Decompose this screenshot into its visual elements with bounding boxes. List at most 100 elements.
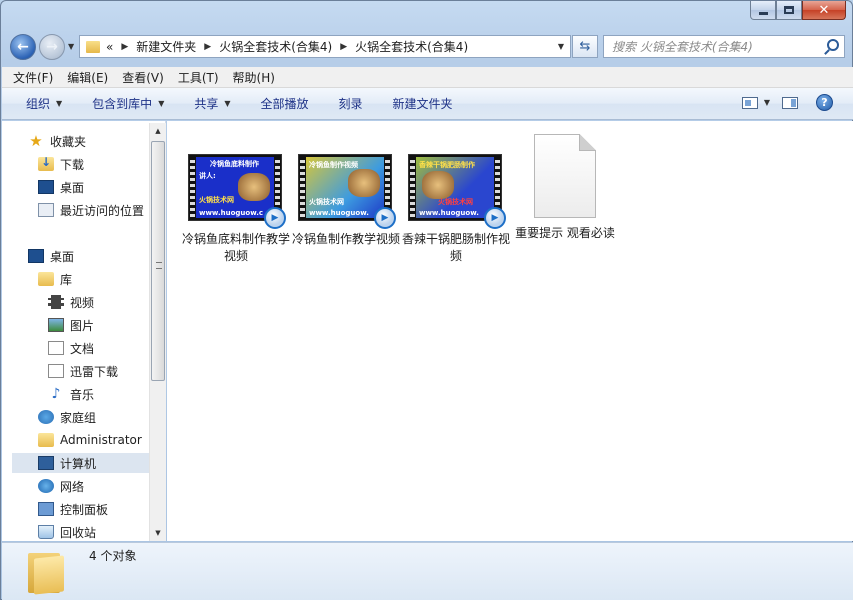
folder-icon [86,40,100,53]
chevron-down-icon: ▼ [158,99,165,108]
nav-administrator[interactable]: Administrator [38,430,142,450]
menu-edit[interactable]: 编辑(E) [67,69,108,86]
computer-icon [38,456,54,470]
nav-downloads[interactable]: 下载 [38,154,84,174]
view-controls: ▼ ? [730,94,833,111]
nav-thunder-downloads[interactable]: 迅雷下载 [48,361,118,381]
nav-computer[interactable]: 计算机 [12,453,150,473]
nav-label: 网络 [60,479,85,494]
breadcrumb-overflow[interactable]: « [106,40,113,54]
downloads-folder-icon [38,155,54,171]
nav-pictures[interactable]: 图片 [48,315,94,335]
file-item-video[interactable]: 冷锅鱼制作视频 火锅技术网 www.huoguow. ▶ 冷锅鱼制作教学视频 [292,154,400,248]
search-input[interactable]: 搜索 火锅全套技术(合集4) [603,35,845,58]
nav-label: Administrator [60,433,142,447]
nav-favorites[interactable]: ★ 收藏夹 [28,131,86,151]
thumbnail-text: 冷锅鱼底料制作 [210,160,259,168]
close-button[interactable]: ✕ [802,1,846,20]
explorer-window: ✕ ← → ▼ « ▶ 新建文件夹 ▶ 火锅全套技术(合集4) ▶ 火锅全套技术… [0,0,853,600]
food-image [238,173,270,201]
nav-desktop-favorite[interactable]: 桌面 [38,177,84,197]
video-thumbnail: 冷锅鱼底料制作 讲人: 火锅技术网 www.huoguow.c ▶ [188,154,286,229]
nav-videos[interactable]: 视频 [48,292,94,312]
organize-button[interactable]: 组织 ▼ [26,95,62,112]
item-count: 4 个对象 [89,549,137,563]
nav-recent-places[interactable]: 最近访问的位置 [38,200,144,220]
forward-button[interactable]: → [39,34,65,60]
refresh-icon: ⇆ [579,39,591,54]
nav-label: 回收站 [60,525,97,540]
nav-control-panel[interactable]: 控制面板 [38,499,108,519]
menu-tools[interactable]: 工具(T) [178,69,219,86]
back-button[interactable]: ← [10,34,36,60]
menu-file[interactable]: 文件(F) [13,69,53,86]
thumbnail-image: 冷锅鱼底料制作 讲人: 火锅技术网 www.huoguow.c [196,157,274,218]
maximize-button[interactable] [776,1,802,20]
new-folder-button[interactable]: 新建文件夹 [393,95,453,112]
command-bar: 组织 ▼ 包含到库中 ▼ 共享 ▼ 全部播放 刻录 新建文件夹 ▼ ? [2,88,853,120]
nav-label: 家庭组 [60,410,97,425]
thumbnail-text: 冷锅鱼制作视频 [309,161,358,169]
preview-pane-icon[interactable] [782,96,798,109]
nav-label: 下载 [60,157,85,172]
play-all-button[interactable]: 全部播放 [261,95,309,112]
search-icon[interactable] [827,39,839,51]
share-button[interactable]: 共享 ▼ [194,95,230,112]
nav-scrollbar[interactable]: ▲ ▼ [149,123,166,541]
minimize-icon [758,11,768,15]
nav-label: 图片 [70,318,95,333]
recent-places-icon [38,203,54,217]
grip-icon [156,262,162,269]
nav-music[interactable]: ♪ 音乐 [48,384,94,404]
scroll-down-icon[interactable]: ▼ [150,525,166,541]
media-player-icon: ▶ [264,207,286,229]
homegroup-icon [38,410,54,424]
desktop-icon [28,249,44,263]
chevron-down-icon: ▼ [224,99,231,108]
file-item-video[interactable]: 冷锅鱼底料制作 讲人: 火锅技术网 www.huoguow.c ▶ 冷锅鱼底料制… [182,154,290,265]
scroll-up-icon[interactable]: ▲ [150,123,166,139]
file-name: 冷锅鱼底料制作教学视频 [182,232,291,263]
minimize-button[interactable] [750,1,776,20]
user-folder-icon [38,433,54,447]
organize-label: 组织 [26,97,51,111]
nav-label: 最近访问的位置 [60,203,145,218]
address-bar[interactable]: « ▶ 新建文件夹 ▶ 火锅全套技术(合集4) ▶ 火锅全套技术(合集4) ▼ [79,35,571,58]
nav-label: 桌面 [50,249,75,264]
nav-desktop[interactable]: 桌面 [28,246,74,266]
menu-view[interactable]: 查看(V) [122,69,164,86]
nav-label: 计算机 [60,456,97,471]
nav-homegroup[interactable]: 家庭组 [38,407,96,427]
chevron-right-icon[interactable]: ▶ [340,42,347,52]
nav-label: 库 [60,272,73,287]
chevron-right-icon[interactable]: ▶ [121,42,128,52]
breadcrumb-item[interactable]: 新建文件夹 [136,38,196,55]
folder-icon [28,549,66,595]
help-icon[interactable]: ? [816,94,833,111]
share-label: 共享 [194,97,219,111]
nav-libraries[interactable]: 库 [38,269,72,289]
breadcrumb-item[interactable]: 火锅全套技术(合集4) [355,38,468,55]
nav-recycle-bin[interactable]: 回收站 [38,522,96,542]
music-note-icon: ♪ [51,386,61,402]
caption-buttons: ✕ [750,1,846,20]
breadcrumb-item[interactable]: 火锅全套技术(合集4) [219,38,332,55]
file-item-text[interactable]: 重要提示 观看必读 [511,134,619,242]
change-view-icon[interactable] [741,96,758,109]
chevron-right-icon[interactable]: ▶ [204,42,211,52]
video-thumbnail: 香辣干锅肥肠制作 火锅技术网 www.huoguow. ▶ [408,154,506,229]
scroll-thumb[interactable] [151,141,165,381]
include-library-button[interactable]: 包含到库中 ▼ [92,95,164,112]
file-item-video[interactable]: 香辣干锅肥肠制作 火锅技术网 www.huoguow. ▶ 香辣干锅肥肠制作视频 [402,154,510,265]
address-dropdown-icon[interactable]: ▼ [558,42,564,51]
search-placeholder: 搜索 火锅全套技术(合集4) [612,40,753,54]
view-dropdown-icon[interactable]: ▼ [764,98,770,107]
burn-button[interactable]: 刻录 [339,95,363,112]
refresh-button[interactable]: ⇆ [572,35,598,58]
nav-documents[interactable]: 文档 [48,338,94,358]
nav-label: 迅雷下载 [70,364,119,379]
menu-help[interactable]: 帮助(H) [233,69,275,86]
food-image [348,169,380,197]
history-dropdown[interactable]: ▼ [68,42,74,51]
nav-network[interactable]: 网络 [38,476,84,496]
